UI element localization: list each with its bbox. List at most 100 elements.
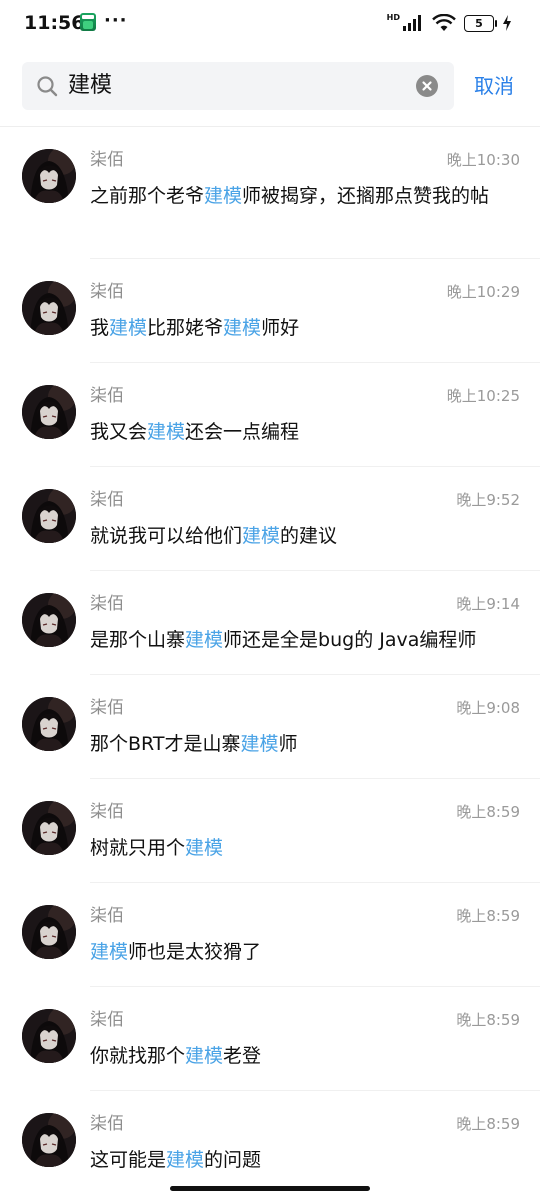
sender-name: 柒佰	[90, 1114, 124, 1134]
search-result-item[interactable]: 柒佰 晚上10:30 之前那个老爷建模师被揭穿，还搁那点赞我的帖	[0, 127, 540, 259]
sender-name: 柒佰	[90, 802, 124, 822]
keyword-highlight: 建模	[242, 525, 281, 547]
search-result-item[interactable]: 柒佰 晚上9:08 那个BRT才是山寨建模师	[0, 675, 540, 779]
signal-icon	[403, 15, 421, 31]
message-segment: 那个BRT才是山寨	[90, 733, 241, 755]
message-segment: 的问题	[204, 1149, 262, 1171]
message-time: 晚上10:29	[446, 283, 520, 301]
message-time: 晚上8:59	[456, 907, 520, 925]
avatar-image	[22, 593, 76, 647]
message-segment: 我	[90, 317, 110, 339]
avatar[interactable]	[22, 801, 76, 855]
message-text: 是那个山寨建模师还是全是bug的 Java编程师	[90, 625, 522, 655]
sender-name: 柒佰	[90, 1010, 124, 1030]
avatar[interactable]	[22, 593, 76, 647]
search-result-item[interactable]: 柒佰 晚上10:29 我建模比那姥爷建模师好	[0, 259, 540, 363]
search-results-list[interactable]: 柒佰 晚上10:30 之前那个老爷建模师被揭穿，还搁那点赞我的帖 柒佰 晚上10:29…	[0, 127, 540, 1195]
charging-icon	[503, 15, 511, 31]
avatar[interactable]	[22, 385, 76, 439]
message-time: 晚上10:25	[446, 387, 520, 405]
message-segment: 比那姥爷	[147, 317, 224, 339]
status-icons: HD 5	[387, 12, 512, 34]
avatar-image	[22, 801, 76, 855]
message-time: 晚上10:30	[446, 151, 520, 169]
avatar[interactable]	[22, 905, 76, 959]
message-segment: 是那个山寨	[90, 629, 186, 651]
keyword-highlight: 建模	[240, 733, 279, 755]
avatar-image	[22, 1113, 76, 1167]
avatar[interactable]	[22, 281, 76, 335]
message-text: 你就找那个建模老登	[90, 1041, 522, 1071]
keyword-highlight: 建模	[90, 941, 129, 963]
message-text: 就说我可以给他们建模的建议	[90, 521, 522, 551]
message-segment: 我又会	[90, 421, 148, 443]
keyword-highlight: 建模	[185, 629, 224, 651]
search-icon	[37, 76, 58, 97]
more-notifications-icon: ···	[104, 10, 128, 31]
hd-label: HD	[386, 12, 400, 22]
search-result-item[interactable]: 柒佰 晚上9:52 就说我可以给他们建模的建议	[0, 467, 540, 571]
message-segment: 师好	[261, 317, 300, 339]
message-text: 之前那个老爷建模师被揭穿，还搁那点赞我的帖	[90, 181, 522, 211]
keyword-highlight: 建模	[185, 1045, 224, 1067]
search-result-item[interactable]: 柒佰 晚上10:25 我又会建模还会一点编程	[0, 363, 540, 467]
avatar[interactable]	[22, 1113, 76, 1167]
message-segment: 的建议	[280, 525, 338, 547]
avatar-image	[22, 1009, 76, 1063]
battery-icon: 5	[464, 14, 497, 32]
message-segment: 这可能是	[90, 1149, 167, 1171]
sender-name: 柒佰	[90, 282, 124, 302]
search-result-item[interactable]: 柒佰 晚上8:59 这可能是建模的问题	[0, 1091, 540, 1195]
message-text: 我又会建模还会一点编程	[90, 417, 522, 447]
app-notification-icon	[80, 13, 96, 31]
message-text: 树就只用个建模	[90, 833, 522, 863]
cancel-button[interactable]: 取消	[474, 72, 514, 100]
message-time: 晚上9:14	[456, 595, 520, 613]
message-time: 晚上9:52	[456, 491, 520, 509]
keyword-highlight: 建模	[223, 317, 262, 339]
avatar-image	[22, 385, 76, 439]
wifi-icon	[432, 14, 456, 31]
message-time: 晚上9:08	[456, 699, 520, 717]
home-indicator[interactable]	[170, 1186, 370, 1191]
search-result-item[interactable]: 柒佰 晚上8:59 你就找那个建模老登	[0, 987, 540, 1091]
keyword-highlight: 建模	[204, 185, 243, 207]
sender-name: 柒佰	[90, 150, 124, 170]
avatar[interactable]	[22, 1009, 76, 1063]
status-bar: 11:56 ··· HD 5	[0, 0, 540, 48]
search-result-item[interactable]: 柒佰 晚上8:59 建模师也是太狡猾了	[0, 883, 540, 987]
search-query[interactable]: 建模	[68, 72, 112, 100]
avatar[interactable]	[22, 489, 76, 543]
avatar-image	[22, 281, 76, 335]
search-result-item[interactable]: 柒佰 晚上9:14 是那个山寨建模师还是全是bug的 Java编程师	[0, 571, 540, 675]
keyword-highlight: 建模	[109, 317, 148, 339]
sender-name: 柒佰	[90, 906, 124, 926]
status-time: 11:56	[24, 12, 85, 34]
sender-name: 柒佰	[90, 698, 124, 718]
clear-search-icon[interactable]	[416, 75, 438, 97]
message-segment: 师	[278, 733, 298, 755]
search-input[interactable]: 建模	[22, 62, 454, 110]
message-segment: 之前那个老爷	[90, 185, 205, 207]
message-text: 我建模比那姥爷建模师好	[90, 313, 522, 343]
message-segment: 师还是全是bug的 Java编程师	[223, 629, 477, 651]
message-text: 那个BRT才是山寨建模师	[90, 729, 522, 759]
avatar-image	[22, 905, 76, 959]
sender-name: 柒佰	[90, 386, 124, 406]
search-result-item[interactable]: 柒佰 晚上8:59 树就只用个建模	[0, 779, 540, 883]
message-time: 晚上8:59	[456, 803, 520, 821]
message-segment: 还会一点编程	[185, 421, 300, 443]
sender-name: 柒佰	[90, 594, 124, 614]
keyword-highlight: 建模	[147, 421, 186, 443]
message-text: 建模师也是太狡猾了	[90, 937, 522, 967]
message-text: 这可能是建模的问题	[90, 1145, 522, 1175]
message-segment: 就说我可以给他们	[90, 525, 243, 547]
message-segment: 你就找那个	[90, 1045, 186, 1067]
avatar-image	[22, 489, 76, 543]
sender-name: 柒佰	[90, 490, 124, 510]
avatar[interactable]	[22, 149, 76, 203]
avatar-image	[22, 697, 76, 751]
avatar[interactable]	[22, 697, 76, 751]
message-time: 晚上8:59	[456, 1115, 520, 1133]
message-segment: 树就只用个	[90, 837, 186, 859]
